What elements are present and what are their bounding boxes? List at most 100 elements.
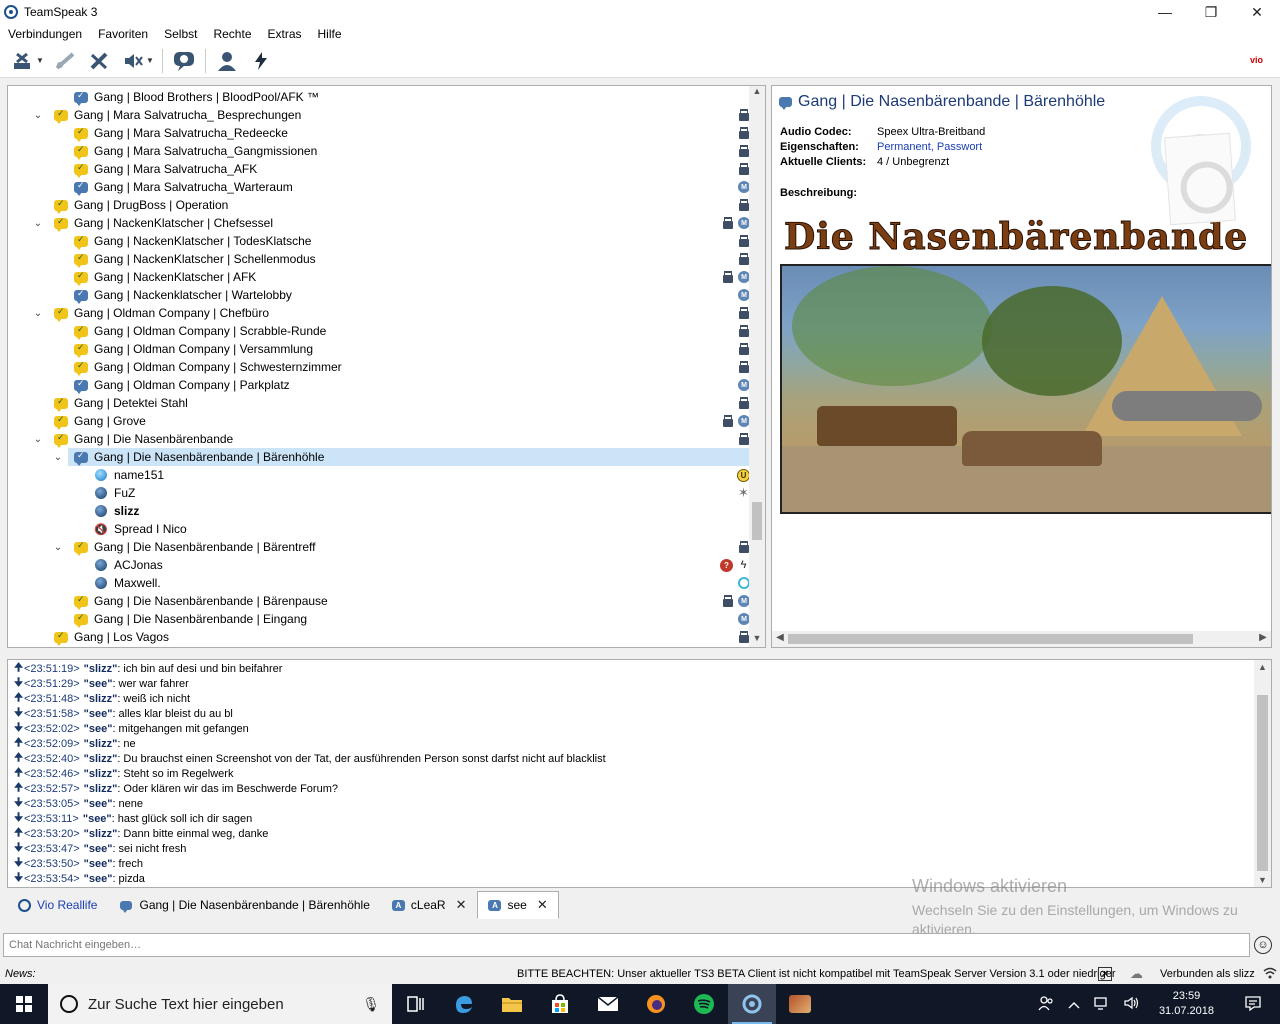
- info-scroll-thumb[interactable]: [788, 634, 1193, 644]
- close-button[interactable]: ✕: [1234, 0, 1280, 24]
- microphone-icon[interactable]: 🎙: [362, 996, 380, 1013]
- channel-row[interactable]: Gang | Oldman Company | Versammlung: [8, 340, 750, 358]
- contacts-icon[interactable]: [214, 48, 240, 74]
- network-icon[interactable]: [1094, 996, 1110, 1013]
- firefox-icon[interactable]: [632, 984, 680, 1024]
- expand-toggle-icon[interactable]: ⌄: [52, 452, 64, 463]
- expand-toggle-icon[interactable]: ⌄: [32, 308, 44, 319]
- disconnect-icon[interactable]: [10, 48, 36, 74]
- taskbar-search[interactable]: Zur Suche Text hier eingeben 🎙: [48, 984, 392, 1024]
- message-author[interactable]: "see": [84, 723, 113, 735]
- channel-row[interactable]: Gang | NackenKlatscher | Schellenmodus: [8, 250, 750, 268]
- game-icon[interactable]: [776, 984, 824, 1024]
- message-author[interactable]: "slizz": [84, 753, 118, 765]
- channel-row[interactable]: Gang | Los Vagos: [8, 628, 750, 646]
- close-news-icon[interactable]: ✕: [1098, 967, 1112, 981]
- expand-toggle-icon[interactable]: ⌄: [32, 110, 44, 121]
- channel-row[interactable]: Gang | Nackenklatscher | WartelobbyM: [8, 286, 750, 304]
- scroll-up-icon[interactable]: ▲: [749, 86, 765, 100]
- message-author[interactable]: "see": [83, 813, 112, 825]
- channel-row[interactable]: ⌄ Gang | Die Nasenbärenbande | Bärentreff: [8, 538, 750, 556]
- tab-clear[interactable]: A cLeaR ✕: [381, 891, 478, 919]
- menu-verbindungen[interactable]: Verbindungen: [0, 27, 90, 41]
- message-author[interactable]: "slizz": [84, 768, 118, 780]
- edge-icon[interactable]: [440, 984, 488, 1024]
- menu-hilfe[interactable]: Hilfe: [310, 27, 350, 41]
- message-author[interactable]: "see": [84, 708, 113, 720]
- message-author[interactable]: "slizz": [84, 693, 118, 705]
- client-row[interactable]: slizz: [8, 502, 750, 520]
- disconnect-dropdown-icon[interactable]: ▼: [36, 56, 44, 65]
- message-author[interactable]: "see": [84, 873, 113, 885]
- expand-toggle-icon[interactable]: ⌄: [52, 542, 64, 553]
- server-connect-icon[interactable]: [52, 48, 78, 74]
- channel-row[interactable]: Gang | Die Nasenbärenbande | Bärenpause M: [8, 592, 750, 610]
- client-row[interactable]: name151 U: [8, 466, 750, 484]
- channel-row[interactable]: Gang | Mara Salvatrucha_Gangmissionen: [8, 142, 750, 160]
- message-author[interactable]: "slizz": [84, 738, 118, 750]
- channel-row[interactable]: Gang | NackenKlatscher | TodesKlatsche: [8, 232, 750, 250]
- minimize-button[interactable]: —: [1142, 0, 1188, 24]
- channel-row[interactable]: Gang | Mara Salvatrucha_AFK: [8, 160, 750, 178]
- message-author[interactable]: "slizz": [84, 828, 118, 840]
- tree-scrollbar[interactable]: ▲ ▼: [749, 86, 765, 647]
- menu-rechte[interactable]: Rechte: [205, 27, 259, 41]
- client-row[interactable]: FuZ ✶: [8, 484, 750, 502]
- client-row[interactable]: ACJonas ? ϟ: [8, 556, 750, 574]
- notification-center-icon[interactable]: [1233, 995, 1273, 1014]
- volume-icon[interactable]: [1124, 996, 1140, 1013]
- speakers-dropdown-icon[interactable]: ▼: [146, 56, 154, 65]
- expand-toggle-icon[interactable]: ⌄: [32, 218, 44, 229]
- info-scrollbar[interactable]: ◀ ▶: [772, 631, 1271, 647]
- chat-input[interactable]: [3, 933, 1250, 957]
- channel-row[interactable]: Gang | Oldman Company | Scrabble-Runde: [8, 322, 750, 340]
- teamspeak-taskbar-icon[interactable]: [728, 984, 776, 1024]
- scroll-left-icon[interactable]: ◀: [772, 632, 788, 643]
- tray-chevron-icon[interactable]: [1068, 997, 1080, 1012]
- emoji-icon[interactable]: ☺: [1254, 936, 1272, 954]
- scroll-right-icon[interactable]: ▶: [1255, 632, 1271, 643]
- mute-speakers-icon[interactable]: [120, 48, 146, 74]
- start-button[interactable]: [0, 984, 48, 1024]
- scroll-down-icon[interactable]: ▼: [749, 633, 765, 647]
- channel-row[interactable]: Gang | Oldman Company | ParkplatzM: [8, 376, 750, 394]
- scroll-up-icon[interactable]: ▲: [1254, 662, 1271, 672]
- channel-row[interactable]: Gang | Mara Salvatrucha_Redeecke: [8, 124, 750, 142]
- message-author[interactable]: "slizz": [84, 783, 118, 795]
- channel-row[interactable]: ⌄ Gang | Mara Salvatrucha_ Besprechungen: [8, 106, 750, 124]
- tab-see[interactable]: A see ✕: [477, 891, 559, 919]
- message-author[interactable]: "see": [84, 678, 113, 690]
- whisper-icon[interactable]: [248, 48, 274, 74]
- channel-row[interactable]: Gang | Oldman Company | Schwesternzimmer: [8, 358, 750, 376]
- tab-vio-reallife[interactable]: Vio Reallife: [7, 891, 108, 919]
- channel-row[interactable]: ⌄ Gang | Oldman Company | Chefbüro: [8, 304, 750, 322]
- menu-favoriten[interactable]: Favoriten: [90, 27, 156, 41]
- people-icon[interactable]: [1038, 995, 1054, 1014]
- mail-icon[interactable]: [584, 984, 632, 1024]
- message-author[interactable]: "slizz": [84, 663, 118, 675]
- message-author[interactable]: "see": [84, 843, 113, 855]
- store-icon[interactable]: [536, 984, 584, 1024]
- channel-row[interactable]: Gang | Mara Salvatrucha_WarteraumM: [8, 178, 750, 196]
- spotify-icon[interactable]: [680, 984, 728, 1024]
- channel-row[interactable]: Gang | NackenKlatscher | AFK M: [8, 268, 750, 286]
- tab-channel[interactable]: Gang | Die Nasenbärenbande | Bärenhöhle: [108, 891, 380, 919]
- channel-row[interactable]: Gang | Grove M: [8, 412, 750, 430]
- file-explorer-icon[interactable]: [488, 984, 536, 1024]
- menu-selbst[interactable]: Selbst: [156, 27, 205, 41]
- tree-scroll-thumb[interactable]: [752, 502, 762, 540]
- channel-row[interactable]: Gang | DrugBoss | Operation: [8, 196, 750, 214]
- task-view-icon[interactable]: [392, 984, 440, 1024]
- client-row[interactable]: 🔇 Spread I Nico: [8, 520, 750, 538]
- away-icon[interactable]: [171, 48, 197, 74]
- client-row[interactable]: Maxwell.: [8, 574, 750, 592]
- channel-row[interactable]: Gang | Detektei Stahl: [8, 394, 750, 412]
- menu-extras[interactable]: Extras: [260, 27, 310, 41]
- expand-toggle-icon[interactable]: ⌄: [32, 434, 44, 445]
- chat-scrollbar[interactable]: ▲ ▼: [1254, 660, 1271, 887]
- channel-row[interactable]: ⌄ Gang | Die Nasenbärenbande | Bärenhöhle: [54, 448, 765, 466]
- channel-row[interactable]: ⌄ Gang | Die Nasenbärenbande: [8, 430, 750, 448]
- channel-row[interactable]: Gang | Blood Brothers | BloodPool/AFK ™: [8, 88, 750, 106]
- channel-row[interactable]: Gang | Die Nasenbärenbande | EingangM: [8, 610, 750, 628]
- close-tab-icon[interactable]: ✕: [537, 897, 548, 913]
